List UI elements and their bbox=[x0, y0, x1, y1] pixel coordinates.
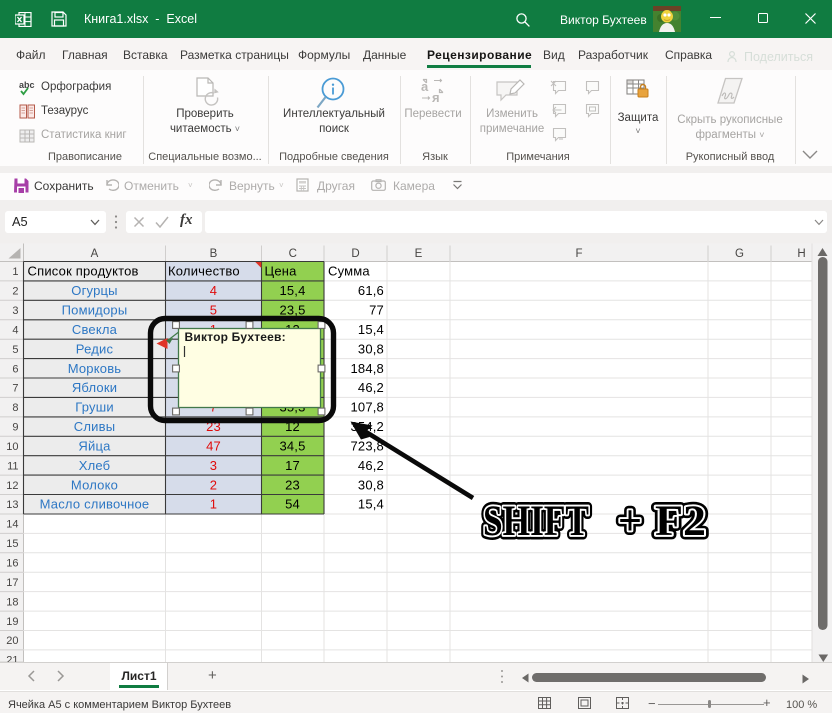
svg-text:15: 15 bbox=[6, 538, 18, 550]
svg-text:Цена: Цена bbox=[265, 264, 298, 279]
svg-text:Количество: Количество bbox=[168, 264, 240, 279]
svg-text:H: H bbox=[797, 248, 805, 260]
svg-text:46,2: 46,2 bbox=[358, 380, 384, 395]
svg-text:Свекла: Свекла bbox=[72, 322, 118, 337]
svg-text:Помидоры: Помидоры bbox=[62, 303, 128, 318]
svg-text:8: 8 bbox=[12, 402, 18, 414]
svg-text:12: 12 bbox=[6, 480, 18, 492]
svg-text:46,2: 46,2 bbox=[358, 458, 384, 473]
svg-text:17: 17 bbox=[6, 577, 18, 589]
svg-text:5: 5 bbox=[12, 344, 18, 356]
svg-text:107,8: 107,8 bbox=[350, 400, 384, 415]
svg-text:15,4: 15,4 bbox=[279, 283, 305, 298]
svg-text:D: D bbox=[351, 248, 359, 260]
svg-text:Яйца: Яйца bbox=[78, 439, 111, 454]
svg-text:Виктор Бухтеев:: Виктор Бухтеев: bbox=[185, 330, 286, 344]
svg-text:23,5: 23,5 bbox=[279, 303, 305, 318]
svg-text:Список продуктов: Список продуктов bbox=[28, 264, 139, 279]
svg-text:7: 7 bbox=[12, 383, 18, 395]
svg-text:+: + bbox=[618, 498, 642, 545]
svg-text:Сливы: Сливы bbox=[74, 419, 116, 434]
svg-text:14: 14 bbox=[6, 519, 18, 531]
svg-text:18: 18 bbox=[6, 596, 18, 608]
svg-text:30,8: 30,8 bbox=[358, 477, 384, 492]
svg-text:E: E bbox=[415, 248, 423, 260]
svg-text:G: G bbox=[735, 248, 744, 260]
svg-text:77: 77 bbox=[369, 303, 384, 318]
svg-text:184,8: 184,8 bbox=[350, 361, 384, 376]
svg-text:Сумма: Сумма bbox=[328, 264, 370, 279]
svg-text:3: 3 bbox=[210, 458, 217, 473]
svg-text:1: 1 bbox=[210, 497, 217, 512]
svg-text:1: 1 bbox=[12, 266, 18, 278]
svg-text:F2: F2 bbox=[655, 498, 706, 545]
svg-text:SHIFT: SHIFT bbox=[483, 498, 589, 545]
svg-text:11: 11 bbox=[7, 460, 18, 472]
svg-text:47: 47 bbox=[206, 439, 221, 454]
svg-text:6: 6 bbox=[12, 363, 18, 375]
svg-text:C: C bbox=[289, 248, 297, 260]
svg-text:20: 20 bbox=[6, 635, 18, 647]
svg-text:15,4: 15,4 bbox=[358, 497, 384, 512]
svg-text:10: 10 bbox=[6, 441, 18, 453]
svg-text:23: 23 bbox=[285, 477, 300, 492]
svg-text:15,4: 15,4 bbox=[358, 322, 384, 337]
svg-text:34,5: 34,5 bbox=[279, 439, 305, 454]
svg-text:17: 17 bbox=[285, 458, 300, 473]
svg-text:30,8: 30,8 bbox=[358, 341, 384, 356]
svg-text:61,6: 61,6 bbox=[358, 283, 384, 298]
svg-text:Молоко: Молоко bbox=[71, 477, 118, 492]
svg-text:A: A bbox=[91, 248, 99, 260]
svg-text:Груши: Груши bbox=[75, 400, 114, 415]
svg-text:2: 2 bbox=[210, 477, 217, 492]
svg-text:Масло сливочное: Масло сливочное bbox=[40, 497, 150, 512]
svg-text:Редис: Редис bbox=[76, 341, 114, 356]
svg-text:13: 13 bbox=[6, 499, 18, 511]
svg-text:F: F bbox=[575, 248, 582, 260]
svg-text:Яблоки: Яблоки bbox=[72, 380, 117, 395]
svg-text:3: 3 bbox=[12, 305, 18, 317]
svg-text:16: 16 bbox=[6, 558, 18, 570]
svg-text:5: 5 bbox=[210, 303, 217, 318]
svg-text:2: 2 bbox=[12, 286, 18, 298]
svg-text:4: 4 bbox=[12, 325, 18, 337]
svg-text:9: 9 bbox=[12, 422, 18, 434]
svg-text:19: 19 bbox=[6, 616, 18, 628]
svg-text:Хлеб: Хлеб bbox=[79, 458, 111, 473]
svg-text:Морковь: Морковь bbox=[68, 361, 122, 376]
svg-text:54: 54 bbox=[285, 497, 300, 512]
svg-text:B: B bbox=[210, 248, 218, 260]
svg-text:4: 4 bbox=[210, 283, 217, 298]
svg-text:Огурцы: Огурцы bbox=[71, 283, 117, 298]
